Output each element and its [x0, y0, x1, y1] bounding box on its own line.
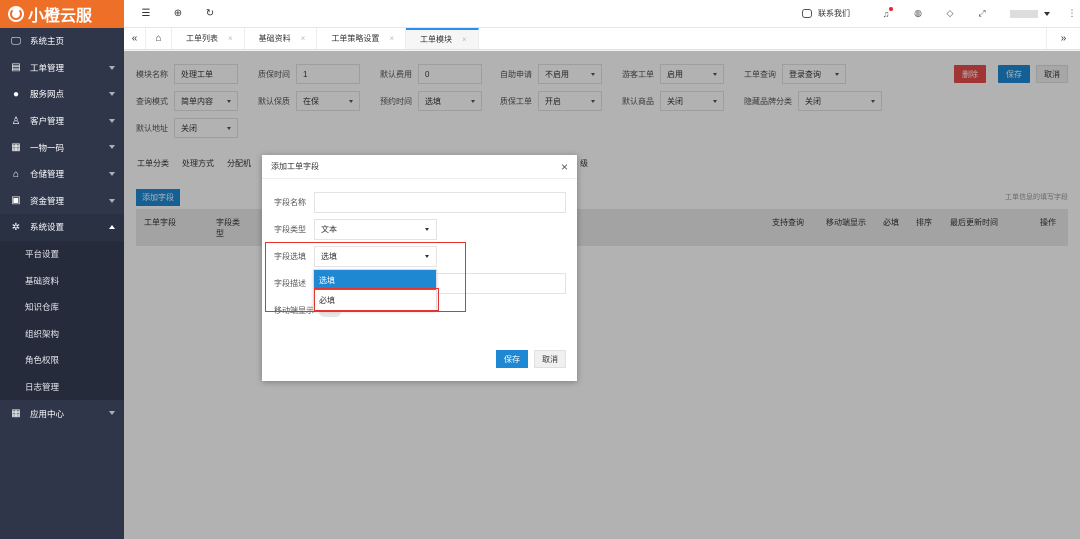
sidebar-item-label: 资金管理	[30, 195, 65, 206]
tab-label: 工单列表	[186, 34, 218, 43]
barcode-icon: ▦	[11, 142, 21, 154]
sidebar-item-label: 系统设置	[30, 222, 65, 233]
sidebar-item-settings[interactable]: ✲ 系统设置	[0, 214, 124, 241]
field-type-select[interactable]: 文本	[314, 219, 437, 240]
modal-title: 添加工单字段	[271, 162, 319, 171]
contact-us-label: 联系我们	[818, 9, 850, 18]
refresh-icon[interactable]: ↻	[194, 8, 226, 19]
palette-icon[interactable]: ◍	[902, 8, 934, 19]
sidebar-item-label: 仓储管理	[30, 169, 65, 180]
sidebar-item-label: 客户管理	[30, 116, 65, 127]
monitor-icon: 🖵	[11, 35, 21, 47]
chevron-down-icon	[109, 171, 115, 176]
select-value: 文本	[321, 225, 337, 234]
sidebar-item-apps[interactable]: ▦ 应用中心	[0, 400, 124, 427]
sidebar-item-label: 工单管理	[30, 62, 65, 73]
bell-icon[interactable]: ♫	[870, 6, 902, 19]
sidebar-item-service-points[interactable]: ● 服务网点	[0, 81, 124, 108]
chevron-down-icon	[109, 65, 115, 70]
modal-cancel-button[interactable]: 取消	[534, 350, 566, 368]
close-icon[interactable]: ×	[389, 34, 394, 43]
tab-order-module[interactable]: 工单模块 ×	[406, 28, 479, 49]
tab-label: 基础资料	[258, 34, 291, 43]
notification-dot	[889, 6, 893, 11]
sidebar-item-label: 系统主页	[30, 36, 65, 47]
highlight-box-inner	[314, 288, 439, 311]
modal-header: 添加工单字段 ×	[262, 155, 577, 179]
sidebar-item-code[interactable]: ▦ 一物一码	[0, 134, 124, 161]
tab-order-list[interactable]: 工单列表 ×	[172, 28, 245, 49]
sidebar-item-label: 一物一码	[30, 142, 65, 153]
tab-label: 工单策略设置	[331, 34, 380, 43]
user-menu-caret-icon[interactable]	[1044, 11, 1050, 16]
chevron-down-icon	[109, 92, 115, 97]
sidebar-item-funds[interactable]: ▣ 资金管理	[0, 188, 124, 215]
sidebar-subitem-organization[interactable]: 组织架构	[0, 321, 124, 348]
warehouse-icon: ⌂	[12, 168, 20, 180]
sidebar-item-orders[interactable]: ▤ 工单管理	[0, 55, 124, 82]
tab-bar: « ⌂ 工单列表 × 基础资料 × 工单策略设置 × 工单模块 × »	[124, 28, 1080, 50]
sidebar: 小橙云服 🖵 系统主页 ▤ 工单管理 ● 服务网点 ♙ 客户管理 ▦ 一物一码 …	[0, 0, 124, 539]
tab-label: 工单模块	[420, 35, 453, 44]
close-icon[interactable]: ×	[462, 35, 467, 44]
chevron-down-icon	[109, 118, 115, 123]
chevron-down-icon	[425, 228, 429, 231]
tabs-scroll-right-icon[interactable]: »	[1046, 28, 1080, 49]
close-icon[interactable]: ×	[301, 34, 306, 43]
field-type-row: 字段类型 文本	[274, 219, 437, 240]
logo-icon	[8, 6, 24, 22]
sidebar-item-label: 服务网点	[30, 89, 65, 100]
sidebar-item-customers[interactable]: ♙ 客户管理	[0, 108, 124, 135]
fullscreen-icon[interactable]: ⤢	[966, 8, 998, 19]
avatar[interactable]	[1010, 9, 1038, 18]
close-icon[interactable]: ×	[561, 160, 568, 174]
sidebar-subitem-knowledge[interactable]: 知识仓库	[0, 294, 124, 321]
document-icon: ▤	[11, 62, 21, 74]
sidebar-subitem-basic-data[interactable]: 基础资料	[0, 267, 124, 294]
field-name-input[interactable]	[314, 192, 566, 213]
modal-save-button[interactable]: 保存	[496, 350, 528, 368]
logo: 小橙云服	[0, 0, 124, 28]
home-tab-icon[interactable]: ⌂	[146, 28, 172, 49]
top-bar: ☰ ⊕ ↻ 联系我们 ♫ ◍ ◇ ⤢ ⋮	[124, 0, 1080, 28]
sidebar-item-home[interactable]: 🖵 系统主页	[0, 28, 124, 55]
contact-us-link[interactable]: 联系我们	[802, 8, 850, 19]
field-label: 字段名称	[274, 198, 306, 207]
field-name-row: 字段名称	[274, 192, 566, 213]
chevron-down-icon	[109, 145, 115, 150]
field-label: 字段类型	[274, 225, 306, 234]
tab-basic-data[interactable]: 基础资料 ×	[245, 28, 318, 49]
tabs-scroll-left-icon[interactable]: «	[124, 28, 146, 49]
sidebar-subitem-platform[interactable]: 平台设置	[0, 241, 124, 268]
chat-icon	[802, 9, 812, 18]
sidebar-item-warehouse[interactable]: ⌂ 仓储管理	[0, 161, 124, 188]
menu-toggle-icon[interactable]: ☰	[130, 8, 162, 19]
grid-icon: ▦	[11, 408, 21, 420]
chevron-up-icon	[109, 225, 115, 230]
sidebar-subitem-roles[interactable]: 角色权限	[0, 347, 124, 374]
sidebar-subitem-logs[interactable]: 日志管理	[0, 374, 124, 401]
chevron-down-icon	[109, 198, 115, 203]
more-icon[interactable]: ⋮	[1064, 8, 1080, 19]
sidebar-item-label: 应用中心	[30, 408, 65, 419]
globe-icon[interactable]: ⊕	[162, 8, 194, 19]
settings-submenu: 平台设置 基础资料 知识仓库 组织架构 角色权限 日志管理	[0, 240, 124, 401]
wallet-icon: ▣	[11, 195, 21, 207]
chevron-down-icon	[109, 411, 115, 416]
logo-text: 小橙云服	[28, 8, 93, 25]
tag-icon[interactable]: ◇	[934, 8, 966, 19]
user-icon: ♙	[11, 115, 21, 127]
tab-order-strategy[interactable]: 工单策略设置 ×	[317, 28, 407, 49]
gear-icon: ✲	[11, 221, 21, 233]
location-icon: ●	[12, 88, 20, 100]
close-icon[interactable]: ×	[228, 34, 233, 43]
